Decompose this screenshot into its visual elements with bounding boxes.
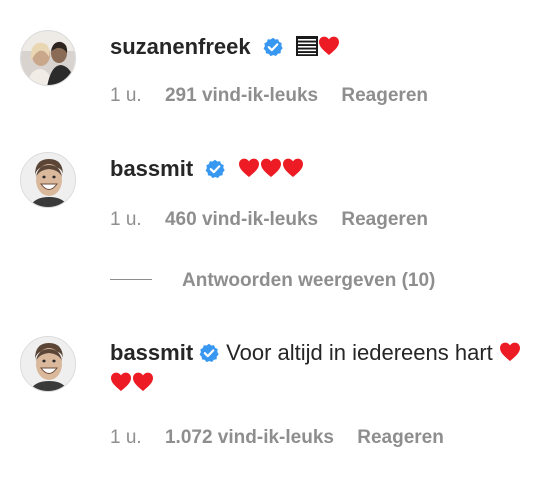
comment-time: 1 u. bbox=[110, 85, 142, 106]
verified-badge-icon bbox=[199, 343, 219, 363]
avatar[interactable] bbox=[20, 30, 76, 86]
comment-meta: 1 u. 460 vind-ik-leuks Reageren bbox=[110, 208, 446, 232]
replies-divider bbox=[110, 279, 152, 280]
reply-button[interactable]: Reageren bbox=[341, 85, 428, 106]
heart-icon bbox=[283, 158, 304, 177]
comment-body: bassmit Voor altijd in iedereens hart bbox=[110, 338, 522, 398]
verified-badge-icon bbox=[263, 37, 283, 57]
comment-text: suzanenfreek bbox=[110, 32, 532, 62]
heart-icon bbox=[133, 372, 153, 391]
heart-icon bbox=[111, 372, 131, 391]
avatar[interactable] bbox=[20, 152, 76, 208]
comment-meta: 1 u. 1.072 vind-ik-leuks Reageren bbox=[110, 426, 462, 450]
comment-message: Voor altijd in iedereens hart bbox=[226, 340, 493, 365]
comment-time: 1 u. bbox=[110, 209, 142, 230]
likes-count[interactable]: 291 vind-ik-leuks bbox=[165, 85, 318, 106]
reply-button[interactable]: Reageren bbox=[341, 209, 428, 230]
list-icon bbox=[295, 36, 318, 56]
reply-button[interactable]: Reageren bbox=[357, 427, 444, 448]
comment-text: bassmit bbox=[110, 154, 532, 184]
view-replies-label: Antwoorden weergeven (10) bbox=[182, 270, 436, 291]
verified-badge-icon bbox=[205, 159, 225, 179]
heart-icon bbox=[318, 36, 339, 55]
likes-count[interactable]: 460 vind-ik-leuks bbox=[165, 209, 318, 230]
comment-text: bassmit Voor altijd in iedereens hart bbox=[110, 338, 522, 398]
comment-body: suzanenfreek bbox=[110, 32, 532, 62]
comment-meta: 1 u. 291 vind-ik-leuks Reageren bbox=[110, 84, 446, 108]
username[interactable]: bassmit bbox=[110, 340, 193, 365]
man-avatar-icon bbox=[21, 153, 75, 207]
avatar[interactable] bbox=[20, 336, 76, 392]
man-avatar-icon bbox=[21, 337, 75, 391]
view-replies-button[interactable]: Antwoorden weergeven (10) bbox=[110, 268, 435, 294]
heart-icon bbox=[239, 158, 260, 177]
comment-time: 1 u. bbox=[110, 427, 142, 448]
username[interactable]: suzanenfreek bbox=[110, 34, 251, 59]
couple-avatar-icon bbox=[21, 31, 75, 85]
heart-icon bbox=[499, 342, 520, 361]
heart-icon bbox=[261, 158, 282, 177]
likes-count[interactable]: 1.072 vind-ik-leuks bbox=[165, 427, 334, 448]
username[interactable]: bassmit bbox=[110, 156, 193, 181]
comment-body: bassmit bbox=[110, 154, 532, 184]
